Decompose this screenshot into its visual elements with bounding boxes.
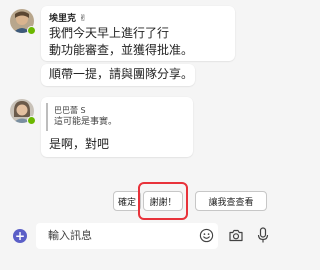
quoted-message[interactable]: 巴巴蕾 S 這可能是事實。 bbox=[46, 103, 186, 131]
message-bubble[interactable]: 埃里克 ✌ 我們今天早上進行了行 動功能審查，並獲得批准。 bbox=[41, 6, 235, 61]
message-line: 動功能審查，並獲得批准。 bbox=[49, 43, 194, 57]
camera-icon[interactable] bbox=[228, 228, 244, 243]
message-line: 是啊，對吧 bbox=[49, 137, 110, 151]
message-bubble[interactable]: 順帶一提，請與團隊分享。 bbox=[41, 64, 195, 86]
add-icon[interactable]: + bbox=[13, 229, 27, 243]
sender-emoji: ✌ bbox=[79, 14, 87, 24]
message-input[interactable]: 輸入訊息 bbox=[36, 223, 218, 249]
emoji-icon[interactable] bbox=[199, 228, 214, 243]
microphone-icon[interactable] bbox=[257, 227, 269, 244]
message-line: 我們今天早上進行了行 bbox=[49, 26, 170, 40]
message-composer: + 輸入訊息 bbox=[0, 220, 282, 250]
quote-author: 巴巴蕾 S bbox=[54, 106, 86, 115]
presence-available-icon bbox=[27, 26, 36, 35]
avatar-eric[interactable] bbox=[10, 9, 36, 35]
suggested-reply-ok[interactable]: 確定 bbox=[113, 191, 141, 211]
message-line: 順帶一提，請與團隊分享。 bbox=[49, 67, 194, 81]
sender-name: 埃里克 ✌ bbox=[49, 14, 87, 24]
suggested-reply-let-me-check[interactable]: 讓我查查看 bbox=[195, 191, 267, 211]
presence-available-icon bbox=[27, 116, 36, 125]
quote-text: 這可能是事實。 bbox=[54, 117, 118, 127]
highlight-outline bbox=[138, 182, 188, 220]
avatar-barbara[interactable] bbox=[10, 99, 36, 125]
